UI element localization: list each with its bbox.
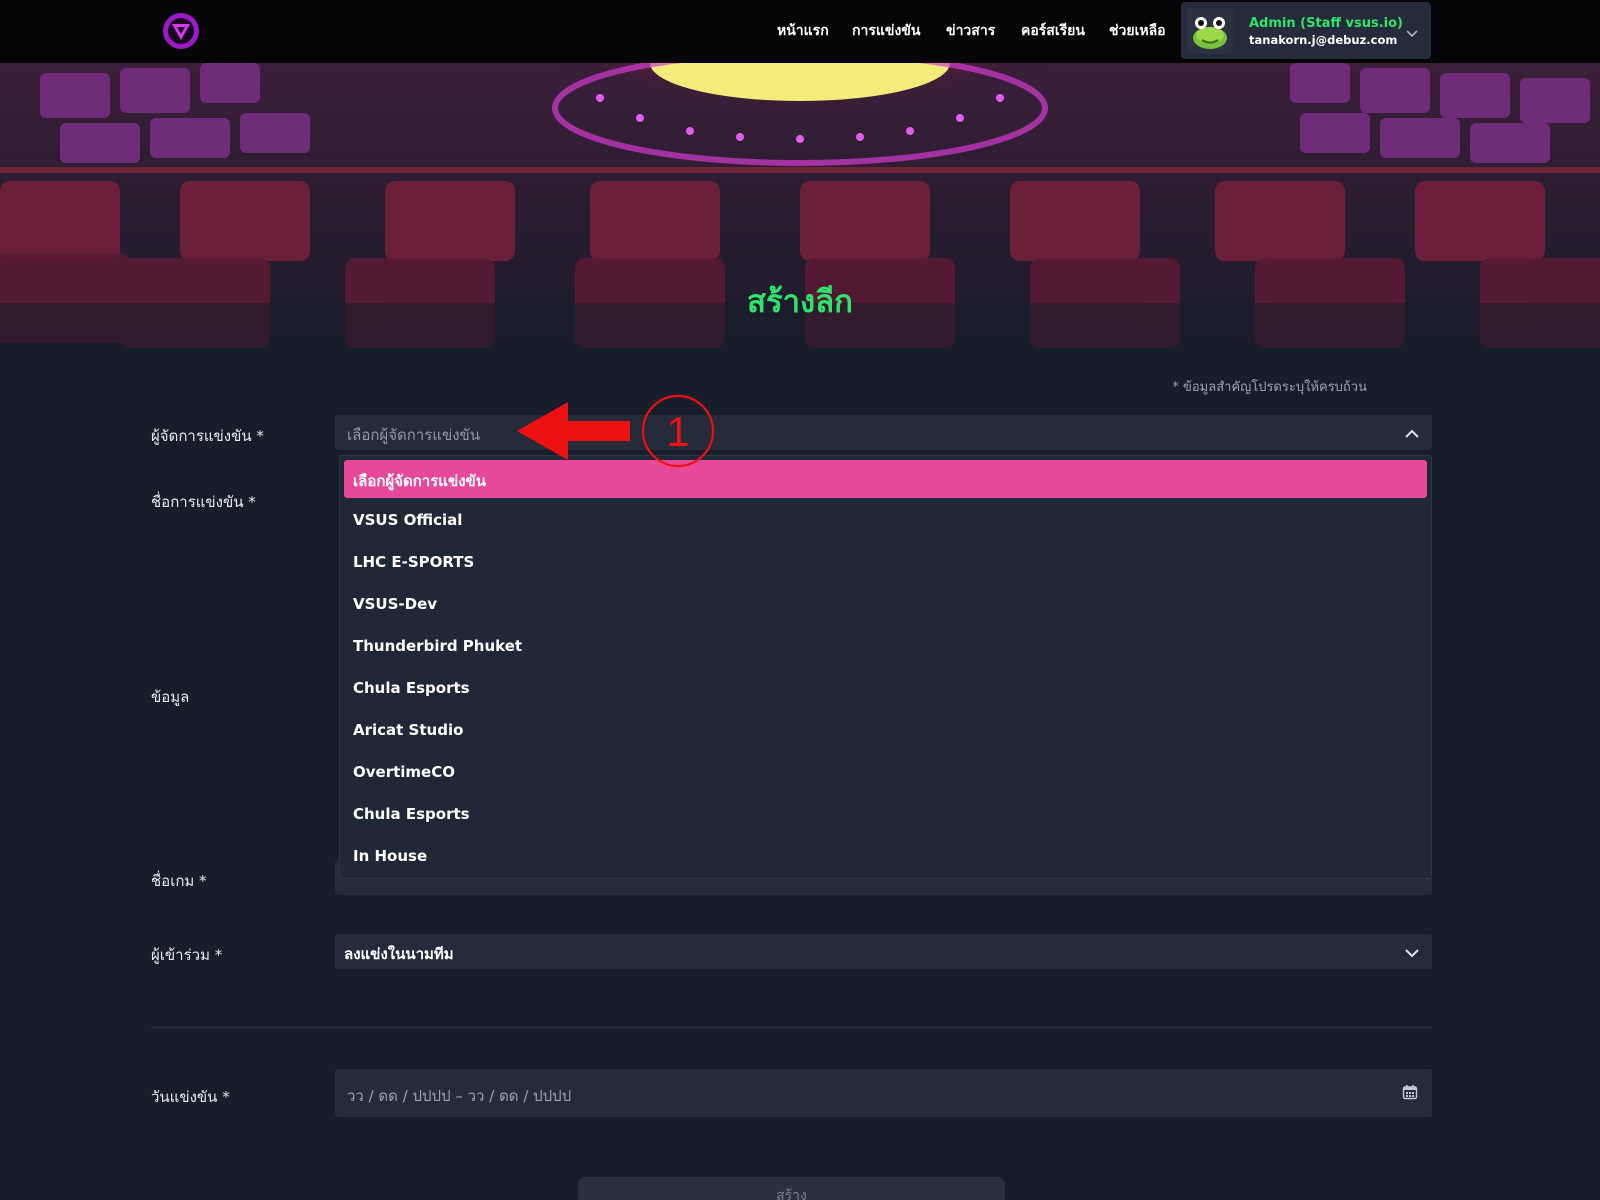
nav-courses[interactable]: คอร์สเรียน [1021,20,1085,42]
avatar-frog-icon [1187,8,1233,54]
hero-background-illustration [0,63,1600,383]
organizer-label: ผู้จัดการแข่งขัน * [151,427,264,445]
form-divider [151,1027,1432,1028]
participant-label: ผู้เข้าร่วม * [151,946,223,964]
nav-news[interactable]: ข่าวสาร [946,20,995,42]
nav-competitions[interactable]: การแข่งขัน [852,20,920,42]
organizer-dropdown: เลือกผู้จัดการแข่งขัน VSUS Official LHC … [339,455,1432,879]
nav-help[interactable]: ช่วยเหลือ [1109,20,1166,42]
annotation-arrow-icon: 1 [517,394,715,468]
create-button[interactable]: สร้าง [578,1177,1005,1200]
date-range-input[interactable]: วว / ดด / ปปปป – วว / ดด / ปปปป [335,1069,1432,1117]
competition-name-label: ชื่อการแข่งขัน * [151,493,256,511]
chevron-up-icon [1404,425,1420,444]
participant-select-value: ลงแข่งในนามทีม [344,945,454,963]
dropdown-option[interactable]: Chula Esports [344,670,1427,708]
hero-banner [0,63,1600,383]
nav-home[interactable]: หน้าแรก [777,20,829,42]
dropdown-option[interactable]: Chula Esports [344,796,1427,834]
dropdown-option[interactable]: VSUS Official [344,502,1427,540]
dropdown-option[interactable]: In House [344,838,1427,876]
game-label: ชื่อเกม * [151,872,207,890]
dropdown-option[interactable]: Aricat Studio [344,712,1427,750]
participant-select[interactable]: ลงแข่งในนามทีม [335,934,1432,969]
user-email: tanakorn.j@debuz.com [1249,33,1398,47]
chevron-down-icon [1404,944,1420,963]
required-note: * ข้อมูลสำคัญโปรดระบุให้ครบถ้วน [1172,380,1367,395]
dropdown-option[interactable]: VSUS-Dev [344,586,1427,624]
date-range-placeholder: วว / ดด / ปปปป – วว / ดด / ปปปป [347,1087,572,1105]
organizer-select[interactable]: เลือกผู้จัดการแข่งขัน [335,415,1432,450]
dropdown-option[interactable]: OvertimeCO [344,754,1427,792]
dropdown-option[interactable]: LHC E-SPORTS [344,544,1427,582]
user-name: Admin (Staff vsus.io) [1249,16,1403,31]
date-label: วันแข่งขัน * [151,1088,230,1106]
top-navbar: หน้าแรก การแข่งขัน ข่าวสาร คอร์สเรียน ช่… [0,0,1600,63]
page-title: สร้างลีก [747,284,853,320]
dropdown-option[interactable]: เลือกผู้จัดการแข่งขัน [344,460,1427,498]
annotation-callout: 1 [510,388,720,472]
organizer-select-placeholder: เลือกผู้จัดการแข่งขัน [347,426,481,444]
user-menu[interactable]: Admin (Staff vsus.io) tanakorn.j@debuz.c… [1181,2,1431,59]
dropdown-option[interactable]: Thunderbird Phuket [344,628,1427,666]
chevron-down-icon[interactable] [1405,24,1419,43]
calendar-icon[interactable] [1402,1084,1418,1104]
annotation-marker: 1 [666,408,689,455]
avatar [1187,8,1233,54]
info-label: ข้อมูล [151,688,190,706]
logo-icon[interactable] [161,11,201,51]
